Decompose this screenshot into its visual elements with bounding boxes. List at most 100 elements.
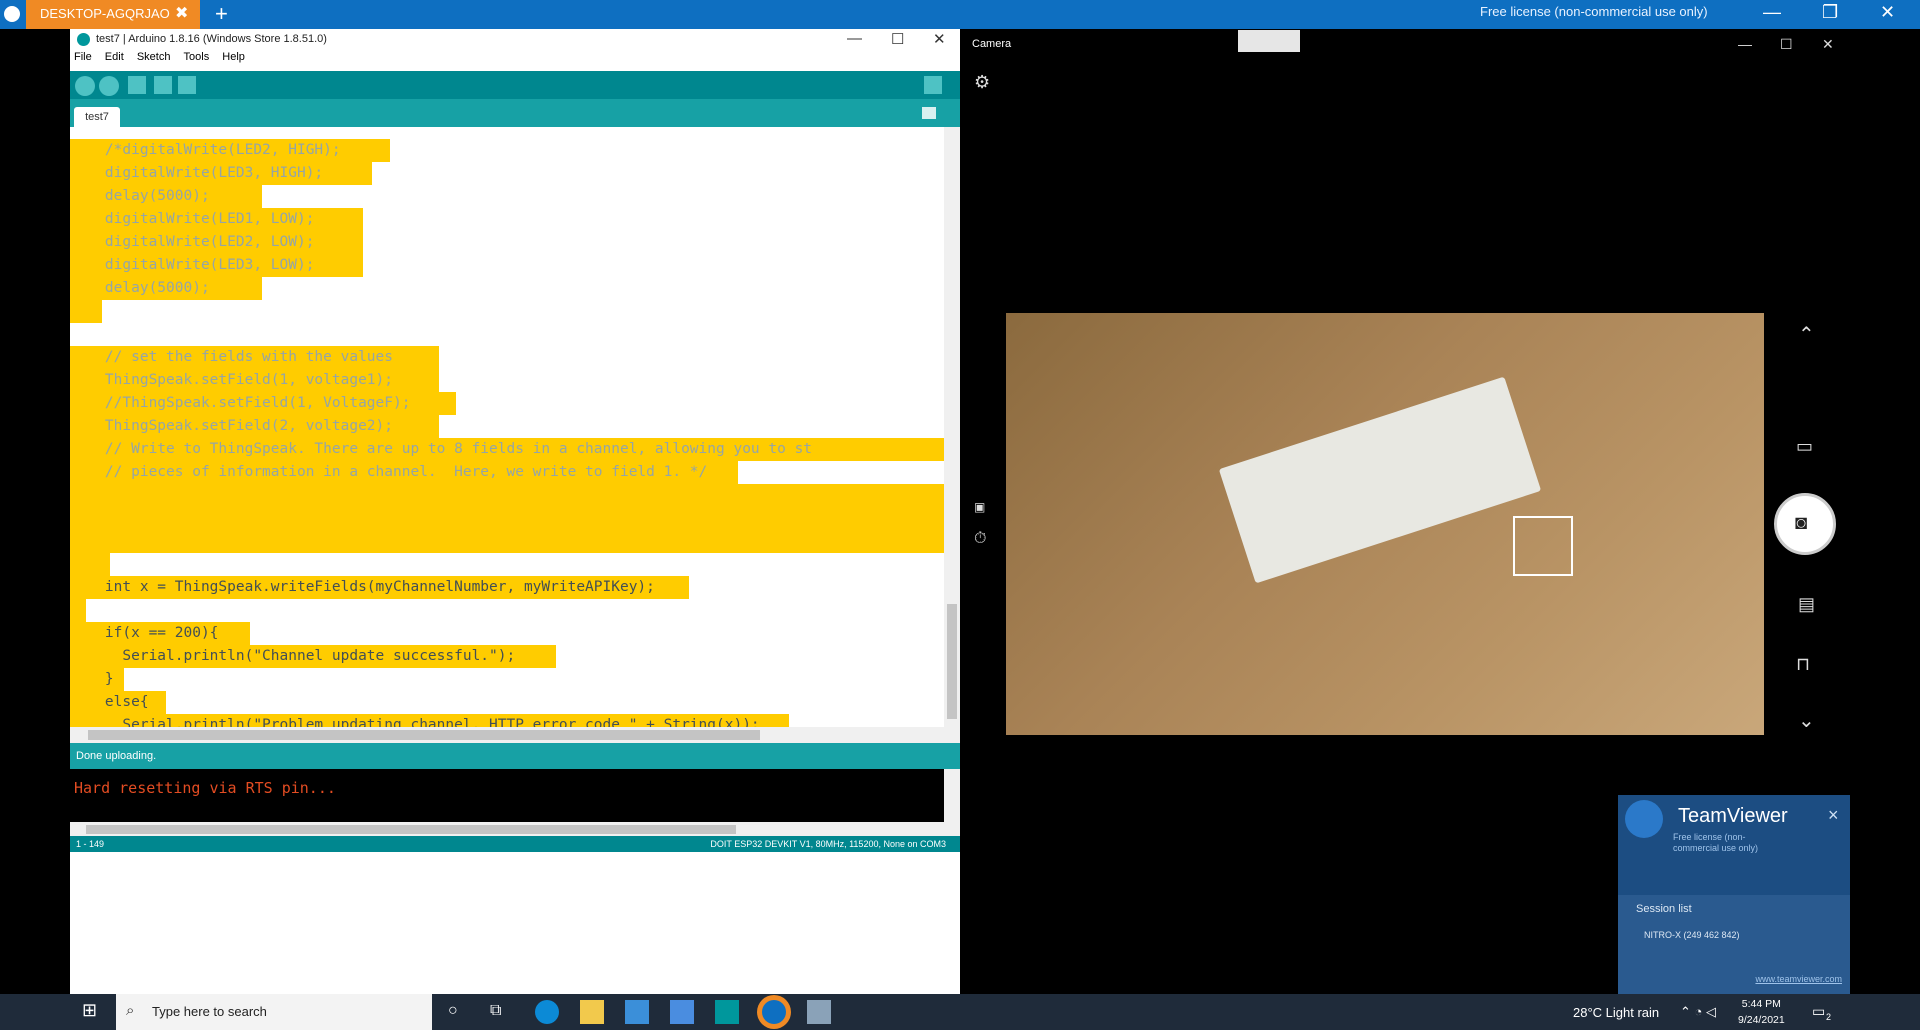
console[interactable]: Hard resetting via RTS pin... [70, 769, 944, 822]
tab-test7[interactable]: test7 [74, 107, 120, 127]
hdr-icon[interactable]: ▣ [974, 500, 985, 514]
code-line-blank [70, 300, 102, 323]
code-line: digitalWrite(LED1, LOW); [70, 208, 363, 231]
store-icon[interactable] [670, 1000, 694, 1024]
arduino-logo-icon [77, 33, 90, 46]
close-icon[interactable]: ✖ [175, 3, 188, 23]
editor-vertical-scroll-thumb[interactable] [947, 604, 957, 719]
teamviewer-license: Free license (non-commercial use only) [1673, 832, 1759, 853]
menu-edit[interactable]: Edit [105, 51, 124, 63]
code-line: ThingSpeak.setField(1, voltage1); [70, 369, 439, 392]
teamviewer-bar: DESKTOP-AGQRJAO ✖ + Free license (non-co… [0, 0, 1920, 29]
new-tab-button[interactable]: + [215, 1, 228, 27]
code-line: // set the fields with the values [70, 346, 439, 369]
window-title: test7 | Arduino 1.8.16 (Windows Store 1.… [96, 33, 327, 45]
menu-tools[interactable]: Tools [184, 51, 210, 63]
code-line: digitalWrite(LED3, LOW); [70, 254, 363, 277]
code-line: // pieces of information in a channel. H… [70, 461, 738, 484]
minimize-icon[interactable]: — [1738, 36, 1752, 52]
code-line: digitalWrite(LED3, HIGH); [70, 162, 372, 185]
camera-taskbar-icon[interactable] [807, 1000, 831, 1024]
code-line: delay(5000); [70, 185, 262, 208]
sketch-tabs: test7 [70, 99, 960, 127]
clock[interactable]: 5:44 PM 9/24/2021 [1738, 996, 1785, 1028]
code-line: // Write to ThingSpeak. There are up to … [70, 438, 944, 461]
start-windows-icon[interactable]: ⊞ [82, 1000, 97, 1021]
code-line-blank [70, 507, 944, 530]
menu-help[interactable]: Help [222, 51, 245, 63]
tab-menu-icon[interactable] [922, 107, 936, 119]
mail-icon[interactable] [625, 1000, 649, 1024]
new-sketch-icon[interactable] [128, 76, 146, 94]
code-line: /*digitalWrite(LED2, HIGH); [70, 139, 390, 162]
camera-title: Camera [972, 38, 1012, 50]
maximize-icon[interactable]: ☐ [891, 30, 904, 48]
menu-file[interactable]: File [74, 51, 92, 63]
minimize-icon[interactable]: — [1763, 2, 1781, 23]
camera-toolbar-icon[interactable] [1238, 30, 1300, 52]
license-text: Free license (non-commercial use only) [1480, 4, 1708, 19]
weather-widget[interactable]: 28°C Light rain [1573, 1005, 1659, 1020]
open-sketch-icon[interactable] [154, 76, 172, 94]
code-line: digitalWrite(LED2, LOW); [70, 231, 363, 254]
console-vertical-scrollbar[interactable] [944, 769, 960, 822]
tab-label: DESKTOP-AGQRJAO [40, 6, 170, 21]
tab-desktop[interactable]: DESKTOP-AGQRJAO [26, 0, 200, 29]
search-box[interactable]: ⌕ Type here to search [116, 994, 432, 1030]
minimize-icon[interactable]: — [847, 30, 862, 47]
status-bar: Done uploading. [70, 743, 960, 769]
console-horizontal-scroll-thumb[interactable] [86, 825, 736, 834]
file-explorer-icon[interactable] [580, 1000, 604, 1024]
session-list-label[interactable]: Session list [1636, 903, 1692, 915]
whiteboard-mode-icon[interactable]: ⊓ [1796, 654, 1810, 675]
session-entry[interactable]: NITRO-X (249 462 842) [1644, 930, 1740, 940]
code-line: Serial.println("Channel update successfu… [70, 645, 556, 668]
code-line: int x = ThingSpeak.writeFields(myChannel… [70, 576, 689, 599]
search-icon: ⌕ [126, 1002, 135, 1019]
code-line: else{ [70, 691, 166, 714]
close-icon[interactable]: ✕ [933, 30, 946, 48]
chevron-down-icon[interactable]: ⌄ [1798, 708, 1815, 733]
focus-box [1513, 516, 1573, 576]
code-editor[interactable]: /*digitalWrite(LED2, HIGH); digitalWrite… [70, 127, 944, 727]
edge-icon[interactable] [535, 1000, 559, 1024]
menu-sketch[interactable]: Sketch [137, 51, 171, 63]
camera-icon: ◙ [1795, 512, 1808, 534]
timer-icon[interactable]: ⏱ [974, 530, 986, 548]
editor-horizontal-scroll-thumb[interactable] [88, 730, 760, 740]
serial-monitor-icon[interactable] [924, 76, 942, 94]
code-line: } [70, 668, 124, 691]
arduino-taskbar-icon[interactable] [715, 1000, 739, 1024]
status-text: Done uploading. [76, 750, 157, 762]
board-info-bar: 1 - 149 DOIT ESP32 DEVKIT V1, 80MHz, 115… [70, 836, 960, 852]
restore-icon[interactable]: ❐ [1822, 2, 1838, 23]
code-line-blank [70, 553, 110, 576]
teamviewer-link[interactable]: www.teamviewer.com [1755, 974, 1842, 984]
code-line-blank [70, 484, 944, 507]
code-line-blank [70, 599, 86, 622]
teamviewer-logo-icon [4, 6, 20, 22]
code-line-blank [70, 530, 944, 553]
code-line: //ThingSpeak.setField(1, VoltageF); [70, 392, 456, 415]
video-mode-icon[interactable]: ▭ [1796, 436, 1813, 457]
task-view-icon[interactable]: ⧉ [490, 1002, 501, 1020]
save-sketch-icon[interactable] [178, 76, 196, 94]
settings-gear-icon[interactable]: ⚙ [974, 72, 990, 93]
teamviewer-name: TeamViewer [1678, 805, 1788, 827]
system-tray-icons[interactable]: ⌃ ◔ ◁ [1680, 1004, 1716, 1020]
notification-icon[interactable]: ▭ [1812, 1003, 1825, 1020]
upload-icon[interactable] [99, 76, 119, 96]
code-line: ThingSpeak.setField(2, voltage2); [70, 415, 439, 438]
cortana-icon[interactable]: ○ [448, 1002, 458, 1020]
board-info: DOIT ESP32 DEVKIT V1, 80MHz, 115200, Non… [710, 839, 946, 849]
teamviewer-taskbar-icon[interactable] [762, 1000, 786, 1024]
chevron-up-icon[interactable]: ⌃ [1798, 322, 1815, 347]
close-icon[interactable]: ✕ [1822, 36, 1834, 53]
close-icon[interactable]: × [1828, 805, 1839, 826]
teamviewer-logo-icon [1625, 800, 1663, 838]
verify-icon[interactable] [75, 76, 95, 96]
document-mode-icon[interactable]: ▤ [1798, 594, 1815, 615]
maximize-icon[interactable]: ☐ [1780, 36, 1793, 53]
close-window-icon[interactable]: ✕ [1880, 2, 1895, 23]
code-line: Serial.println("Problem updating channel… [70, 714, 789, 727]
